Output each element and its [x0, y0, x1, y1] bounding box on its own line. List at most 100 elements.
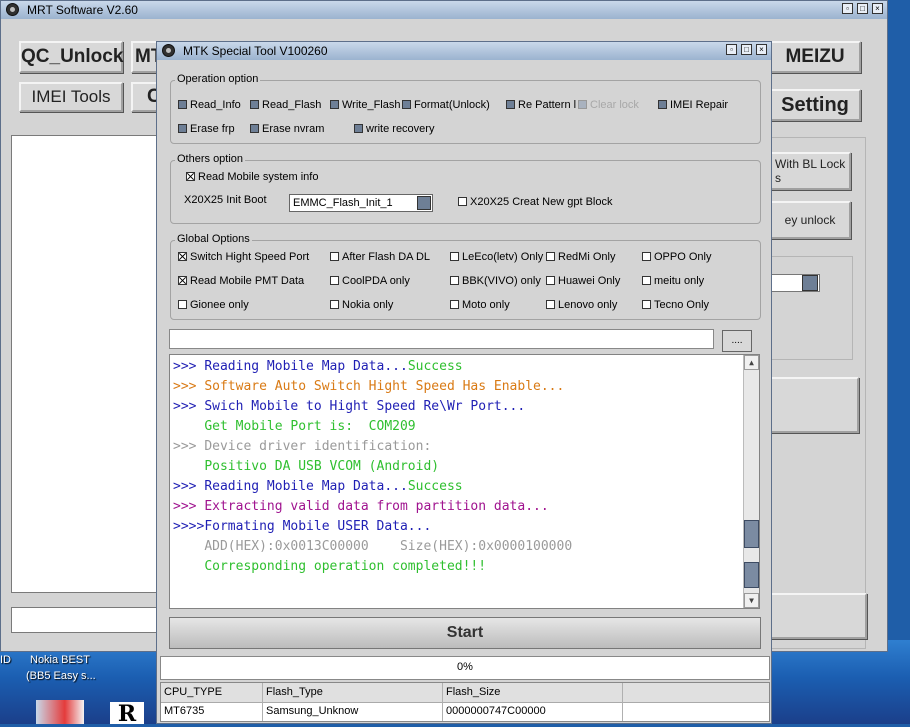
scroll-up-icon[interactable]: ▲	[744, 355, 759, 370]
log-line-prefix	[173, 539, 204, 554]
tool-maximize-icon[interactable]: □	[741, 44, 752, 55]
checkbox-label: BBK(VIVO) only	[462, 275, 541, 287]
imei-repair-checkbox[interactable]: IMEI Repair	[658, 99, 728, 113]
erase-frp-checkbox[interactable]: Erase frp	[178, 123, 235, 137]
log-line-prefix: >>>	[173, 439, 205, 454]
app-shortcut-icon[interactable]: R	[110, 702, 144, 726]
clear-lock-checkbox: Clear lock	[578, 99, 639, 113]
moto-only-checkbox[interactable]: Moto only	[450, 299, 510, 313]
checkbox-icon	[642, 300, 651, 309]
file-path-input[interactable]	[169, 329, 714, 349]
right-combo-dropdown-icon[interactable]	[802, 275, 818, 291]
start-button[interactable]: Start	[169, 617, 761, 649]
checkbox-label: Tecno Only	[654, 299, 710, 311]
left-status-field[interactable]	[11, 607, 161, 633]
init-boot-select-value: EMMC_Flash_Init_1	[293, 197, 393, 209]
erase-nvram-checkbox[interactable]: Erase nvram	[250, 123, 324, 137]
meizu-button[interactable]: MEIZU	[769, 41, 861, 73]
re-pattern-lock-checkbox[interactable]: Re Pattern lo	[506, 99, 576, 113]
imei-tools-button[interactable]: IMEI Tools	[19, 82, 123, 112]
leeco-only-checkbox[interactable]: LeEco(letv) Only	[450, 251, 543, 265]
lenovo-only-checkbox[interactable]: Lenovo only	[546, 299, 617, 313]
log-line-prefix	[173, 459, 204, 474]
checkbox-icon	[578, 100, 587, 109]
log-line: >>> Swich Mobile to Hight Speed Re\Wr Po…	[173, 397, 525, 417]
read-mobile-system-info-checkbox[interactable]: Read Mobile system info	[186, 171, 318, 185]
coolpda-only-checkbox[interactable]: CoolPDA only	[330, 275, 410, 289]
left-list-panel[interactable]	[11, 135, 161, 593]
write-flash-checkbox[interactable]: Write_Flash	[330, 99, 400, 113]
with-bl-lock-button[interactable]: With BL Lock s	[769, 152, 851, 190]
log-line-prefix	[173, 559, 204, 574]
table-header-row: CPU_TYPE Flash_Type Flash_Size	[161, 683, 769, 703]
desktop-icon-label-nokia[interactable]: Nokia BEST	[30, 654, 90, 667]
read-flash-checkbox[interactable]: Read_Flash	[250, 99, 321, 113]
checkbox-label: X20X25 Creat New gpt Block	[470, 196, 613, 208]
checkbox-icon	[402, 100, 411, 109]
oppo-only-checkbox[interactable]: OPPO Only	[642, 251, 711, 265]
nokia-only-checkbox[interactable]: Nokia only	[330, 299, 393, 313]
checkbox-label: Erase nvram	[262, 123, 325, 135]
after-flash-da-dl-checkbox[interactable]: After Flash DA DL	[330, 251, 430, 265]
write-recovery-checkbox[interactable]: write recovery	[354, 123, 434, 137]
checkbox-label: Format(Unlock)	[414, 99, 490, 111]
log-line-prefix: >>>	[173, 359, 205, 374]
close-icon[interactable]: ×	[872, 3, 883, 14]
qc-unlock-button[interactable]: QC_Unlock	[19, 41, 123, 73]
tool-minimize-icon[interactable]: ▫	[726, 44, 737, 55]
tool-app-icon	[162, 44, 175, 57]
log-line-text: Device driver identification:	[204, 439, 432, 454]
main-title-bar: MRT Software V2.60 ▫ □ ×	[1, 1, 887, 19]
meitu-only-checkbox[interactable]: meitu only	[642, 275, 704, 289]
checkbox-label: RedMi Only	[558, 251, 616, 263]
log-line-prefix: >>>>	[173, 519, 205, 534]
desktop-icon-label-bb5[interactable]: (BB5 Easy s...	[26, 670, 96, 683]
scroll-thumb-lower[interactable]	[744, 562, 759, 588]
minimize-icon[interactable]: ▫	[842, 3, 853, 14]
checkbox-icon	[642, 252, 651, 261]
checkbox-icon	[450, 252, 459, 261]
browse-button[interactable]: ....	[722, 330, 752, 352]
redmi-only-checkbox[interactable]: RedMi Only	[546, 251, 615, 265]
log-line: >>> Device driver identification:	[173, 437, 431, 457]
log-line: >>> Extracting valid data from partition…	[173, 497, 549, 517]
checkbox-label: Write_Flash	[342, 99, 401, 111]
switch-hight-speed-port-checkbox[interactable]: Switch Hight Speed Port	[178, 251, 309, 265]
table-cell-extra	[623, 702, 769, 721]
maximize-icon[interactable]: □	[857, 3, 868, 14]
device-info-table: CPU_TYPE Flash_Type Flash_Size MT6735 Sa…	[160, 682, 770, 722]
log-line-text: Corresponding operation completed!!!	[204, 559, 487, 574]
table-cell-cpu-type: MT6735	[161, 702, 263, 721]
checkbox-label: Huawei Only	[558, 275, 621, 287]
checkbox-icon	[330, 100, 339, 109]
desktop-icon-label-id[interactable]: ID	[0, 654, 11, 667]
scroll-down-icon[interactable]: ▼	[744, 593, 759, 608]
tecno-only-checkbox[interactable]: Tecno Only	[642, 299, 709, 313]
init-boot-select[interactable]: EMMC_Flash_Init_1	[289, 194, 433, 212]
setting-button[interactable]: Setting	[769, 89, 861, 121]
table-row[interactable]: MT6735 Samsung_Unknow 0000000747C00000	[161, 702, 769, 721]
log-output[interactable]: >>> Reading Mobile Map Data...Success >>>…	[169, 354, 760, 609]
chevron-down-icon[interactable]	[417, 196, 431, 210]
right-large-button[interactable]	[769, 377, 859, 433]
log-scrollbar[interactable]: ▲ ▼	[743, 355, 759, 608]
checkbox-icon	[186, 172, 195, 181]
format-unlock-checkbox[interactable]: Format(Unlock)	[402, 99, 490, 113]
creat-new-gpt-checkbox[interactable]: X20X25 Creat New gpt Block	[458, 196, 612, 210]
read-mobile-pmt-data-checkbox[interactable]: Read Mobile PMT Data	[178, 275, 304, 289]
checkbox-icon	[178, 124, 187, 133]
read-info-checkbox[interactable]: Read_Info	[178, 99, 241, 113]
progress-bar: 0%	[160, 656, 770, 680]
log-line: >>>>Formating Mobile USER Data...	[173, 517, 431, 537]
car-icon[interactable]	[36, 700, 84, 724]
key-unlock-button[interactable]: ey unlock	[769, 201, 851, 239]
huawei-only-checkbox[interactable]: Huawei Only	[546, 275, 620, 289]
scroll-thumb[interactable]	[744, 520, 759, 548]
checkbox-icon	[178, 276, 187, 285]
checkbox-icon	[546, 300, 555, 309]
tool-close-icon[interactable]: ×	[756, 44, 767, 55]
right-bottom-button[interactable]	[769, 593, 867, 639]
log-line: >>> Reading Mobile Map Data...Success	[173, 357, 463, 377]
gionee-only-checkbox[interactable]: Gionee only	[178, 299, 249, 313]
bbk-vivo-only-checkbox[interactable]: BBK(VIVO) only	[450, 275, 541, 289]
